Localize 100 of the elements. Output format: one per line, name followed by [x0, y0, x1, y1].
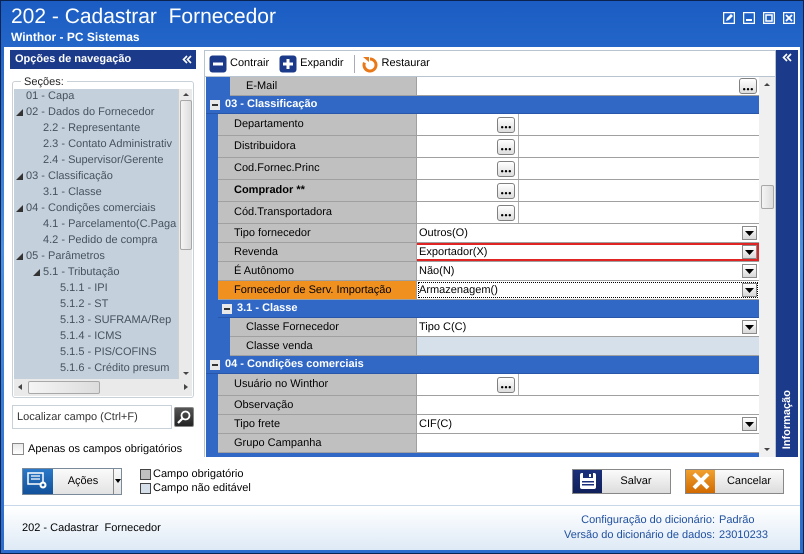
section-title: 03 - Classificação: [225, 97, 318, 112]
collapse-icon[interactable]: [782, 53, 792, 62]
collapse-icon: [209, 54, 227, 72]
actions-button[interactable]: Ações: [22, 468, 122, 494]
dropdown-field[interactable]: Outros(O): [417, 224, 759, 242]
dropdown-button[interactable]: [742, 320, 757, 334]
tree-item[interactable]: 03 - Classificação: [26, 168, 113, 185]
cancel-button[interactable]: Cancelar: [685, 468, 784, 494]
scrollbar-thumb[interactable]: [760, 185, 774, 209]
collapse-icon[interactable]: [182, 54, 192, 64]
field-label: Departamento: [218, 114, 417, 135]
expanded-arrow-icon[interactable]: [33, 269, 40, 276]
scroll-left-icon[interactable]: [18, 384, 22, 390]
more-button[interactable]: [497, 204, 515, 220]
checkbox[interactable]: [12, 442, 24, 455]
tree-item[interactable]: 5.1.4 - ICMS: [60, 328, 122, 345]
caret-icon: [745, 288, 754, 292]
more-icon: [501, 192, 511, 195]
more-button[interactable]: [497, 182, 515, 198]
more-icon: [501, 126, 511, 129]
more-button[interactable]: [739, 78, 757, 94]
close-icon[interactable]: [783, 12, 795, 24]
undo-icon: [360, 54, 379, 72]
field-label: Observação: [218, 396, 417, 414]
expanded-arrow-icon[interactable]: [16, 253, 23, 260]
caret-icon: [114, 479, 120, 483]
tree-item[interactable]: 5.1 - Tributação: [43, 264, 120, 281]
field-label: Usuário no Winthor: [218, 374, 417, 395]
collapse-icon[interactable]: [222, 304, 232, 314]
field-label: Comprador **: [218, 180, 417, 201]
scrollbar-thumb[interactable]: [28, 380, 100, 394]
tree-item[interactable]: 5.1.1 - IPI: [60, 280, 108, 297]
more-button[interactable]: [497, 160, 515, 176]
scroll-down-icon[interactable]: [764, 448, 770, 451]
legend-label: Campo não editável: [153, 481, 251, 495]
more-button[interactable]: [497, 116, 515, 132]
panel-title[interactable]: Informação: [778, 390, 796, 449]
more-button[interactable]: [497, 376, 515, 392]
more-button[interactable]: [497, 138, 515, 154]
info-value: Padrão: [719, 513, 756, 528]
window-subtitle: Winthor - PC Sistemas: [11, 30, 141, 44]
caret-icon: [745, 268, 754, 274]
tree-item[interactable]: 5.1.2 - ST: [60, 296, 108, 313]
expanded-arrow-icon[interactable]: [16, 109, 23, 116]
dropdown-field[interactable]: Não(N): [417, 262, 759, 280]
vertical-scrollbar[interactable]: [759, 77, 775, 457]
vertical-scrollbar[interactable]: [178, 88, 192, 378]
tree-item[interactable]: 4.2 - Pedido de compra: [43, 232, 158, 249]
save-button[interactable]: Salvar: [572, 468, 671, 494]
tree-item[interactable]: 5.1.3 - SUFRAMA/Rep: [60, 312, 172, 329]
tree-item[interactable]: 2.4 - Supervisor/Gerente: [43, 152, 164, 169]
tree-item[interactable]: 5.1.5 - PIS/COFINS: [60, 344, 157, 361]
expanded-arrow-icon[interactable]: [16, 173, 23, 180]
expand-button[interactable]: Expandir: [279, 54, 348, 72]
tree-item[interactable]: 04 - Condições comerciais: [26, 200, 156, 217]
dropdown-field[interactable]: CIF(C): [417, 415, 759, 433]
tree-item[interactable]: 3.1 - Classe: [43, 184, 102, 201]
dropdown-button[interactable]: [742, 245, 757, 259]
scrollbar-thumb[interactable]: [180, 100, 192, 250]
field-label: Tipo fornecedor: [218, 224, 417, 242]
dropdown-field[interactable]: Armazenagem(): [417, 281, 759, 299]
search-button[interactable]: [174, 406, 194, 426]
collapse-icon[interactable]: [210, 360, 220, 370]
tree-item[interactable]: 2.3 - Contato Administrativ: [43, 136, 172, 153]
field-label: E-Mail: [230, 77, 417, 95]
expanded-arrow-icon[interactable]: [16, 205, 23, 212]
dropdown-button[interactable]: [742, 226, 757, 240]
collapse-button[interactable]: Contrair: [209, 54, 274, 72]
dropdown-field[interactable]: Tipo C(C): [417, 318, 759, 336]
caret-icon: [745, 422, 754, 426]
legend-label: Campo obrigatório: [153, 467, 244, 481]
tree-item[interactable]: 4.1 - Parcelamento(C.Paga: [43, 216, 176, 233]
checkbox-label[interactable]: Apenas os campos obrigatórios: [28, 440, 182, 457]
caret-icon: [745, 230, 754, 236]
section-title: 04 - Condições comerciais: [225, 357, 364, 372]
tree-item[interactable]: 05 - Parâmetros: [26, 248, 105, 265]
scroll-down-icon[interactable]: [182, 372, 188, 374]
scroll-right-icon[interactable]: [184, 384, 188, 390]
collapse-icon[interactable]: [210, 100, 220, 110]
more-icon: [501, 170, 511, 173]
more-icon: [501, 148, 511, 151]
tree-item[interactable]: 01 - Capa: [26, 88, 74, 105]
group-label: Seções:: [23, 74, 65, 88]
dropdown-button[interactable]: [742, 283, 757, 297]
scroll-up-icon[interactable]: [182, 92, 188, 96]
info-value: 23010233: [719, 528, 768, 543]
restore-button[interactable]: Restaurar: [360, 54, 434, 72]
search-field[interactable]: Localizar campo (Ctrl+F): [12, 404, 172, 428]
dropdown-field[interactable]: Exportador(X): [417, 243, 759, 261]
tree-item[interactable]: 5.1.6 - Crédito presum: [60, 360, 170, 377]
dropdown-button[interactable]: [742, 264, 757, 278]
dropdown-button[interactable]: [742, 417, 757, 431]
scroll-up-icon[interactable]: [764, 83, 770, 86]
tree-item[interactable]: 02 - Dados do Fornecedor: [26, 104, 154, 121]
field-label: É Autônomo: [218, 262, 417, 280]
horizontal-scrollbar[interactable]: [14, 378, 192, 396]
minimize-icon[interactable]: [743, 12, 755, 24]
tree-item[interactable]: 2.2 - Representante: [43, 120, 140, 137]
restore-icon[interactable]: [763, 12, 775, 24]
edit-icon[interactable]: [723, 12, 735, 24]
